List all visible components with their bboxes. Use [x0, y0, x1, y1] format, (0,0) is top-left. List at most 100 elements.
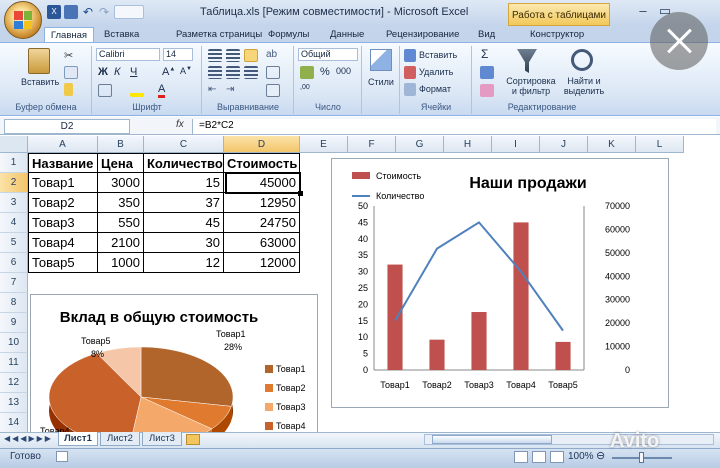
column-header-f[interactable]: F — [348, 136, 396, 153]
column-header-g[interactable]: G — [396, 136, 444, 153]
fill-icon[interactable] — [480, 66, 494, 79]
tab-design[interactable]: Конструктор — [530, 27, 584, 42]
merge-cells-icon[interactable] — [266, 84, 280, 97]
macro-record-icon[interactable] — [56, 451, 68, 462]
row-header-2[interactable]: 2 — [0, 173, 28, 193]
fill-color-icon[interactable] — [130, 84, 144, 97]
column-header-i[interactable]: I — [492, 136, 540, 153]
font-name-select[interactable]: Calibri — [96, 48, 160, 61]
row-header-11[interactable]: 11 — [0, 353, 28, 373]
formula-input[interactable]: =B2*C2 — [192, 119, 716, 134]
sheet-tab-1[interactable]: Лист1 — [58, 432, 98, 446]
italic-button[interactable]: К — [114, 66, 120, 78]
table-cell[interactable]: Товар5 — [28, 253, 98, 273]
row-header-5[interactable]: 5 — [0, 233, 28, 253]
table-cell[interactable]: 2100 — [98, 233, 144, 253]
row-header-13[interactable]: 13 — [0, 393, 28, 413]
row-header-12[interactable]: 12 — [0, 373, 28, 393]
table-cell[interactable]: 37 — [144, 193, 224, 213]
bold-button[interactable]: Ж — [98, 66, 108, 78]
tab-page-layout[interactable]: Разметка страницы — [176, 27, 262, 42]
page-layout-view-icon[interactable] — [532, 451, 546, 463]
table-cell[interactable]: 63000 — [224, 233, 300, 253]
overlay-close-button[interactable] — [650, 12, 708, 70]
table-cell[interactable]: 3000 — [98, 173, 144, 193]
row-header-1[interactable]: 1 — [0, 153, 28, 173]
paste-icon[interactable] — [28, 48, 50, 74]
row-header-9[interactable]: 9 — [0, 313, 28, 333]
find-select-button[interactable]: Найти и выделить — [560, 76, 608, 96]
table-cell[interactable]: 45 — [144, 213, 224, 233]
decrease-indent-icon[interactable]: ⇤ — [208, 84, 222, 97]
table-cell[interactable]: 12000 — [224, 253, 300, 273]
column-header-b[interactable]: B — [98, 136, 144, 153]
minimize-button[interactable]: – — [634, 3, 652, 19]
autosum-icon[interactable]: Σ — [481, 47, 488, 61]
clear-icon[interactable] — [480, 84, 494, 97]
tab-view[interactable]: Вид — [478, 27, 495, 42]
select-all-corner[interactable] — [0, 136, 28, 153]
table-header-cell[interactable]: Цена — [98, 153, 144, 173]
table-header-cell[interactable]: Количество — [144, 153, 224, 173]
table-cell[interactable]: Товар1 — [28, 173, 98, 193]
align-bottom-icon[interactable] — [244, 49, 258, 62]
align-top-icon[interactable] — [208, 49, 222, 62]
column-header-c[interactable]: C — [144, 136, 224, 153]
table-header-cell[interactable]: Название — [28, 153, 98, 173]
undo-icon[interactable]: ↶ — [81, 5, 95, 19]
insert-function-button[interactable]: fx — [176, 119, 184, 130]
sort-filter-button[interactable]: Сортировка и фильтр — [503, 76, 559, 96]
row-header-10[interactable]: 10 — [0, 333, 28, 353]
table-cell[interactable]: Товар4 — [28, 233, 98, 253]
comma-button[interactable]: 000 — [336, 66, 351, 76]
styles-button[interactable]: Стили — [368, 77, 394, 87]
table-cell[interactable]: Товар2 — [28, 193, 98, 213]
delete-cells-button[interactable]: Удалить — [419, 67, 453, 77]
currency-icon[interactable] — [300, 66, 314, 79]
percent-button[interactable]: % — [320, 66, 330, 78]
format-painter-icon[interactable] — [64, 83, 73, 96]
column-header-j[interactable]: J — [540, 136, 588, 153]
styles-icon[interactable] — [370, 49, 392, 71]
column-header-h[interactable]: H — [444, 136, 492, 153]
sales-chart[interactable]: Наши продажи 0 5 10 15 20 25 30 35 40 45 50 0 10000 2… — [331, 158, 669, 408]
increase-decimal-button[interactable]: ,00 — [300, 84, 310, 91]
tab-data[interactable]: Данные — [330, 27, 364, 42]
table-cell[interactable]: 12950 — [224, 193, 300, 213]
column-header-d[interactable]: D — [224, 136, 300, 153]
table-header-cell[interactable]: Стоимость — [224, 153, 300, 173]
tab-home[interactable]: Главная — [44, 27, 94, 42]
pie-chart[interactable]: Вклад в общую стоимость Товар1 28% Товар5 8… — [30, 294, 318, 461]
row-header-14[interactable]: 14 — [0, 413, 28, 433]
grow-font-button[interactable]: A▲ — [162, 66, 175, 78]
table-cell[interactable]: 30 — [144, 233, 224, 253]
column-header-k[interactable]: K — [588, 136, 636, 153]
table-cell[interactable]: 12 — [144, 253, 224, 273]
normal-view-icon[interactable] — [514, 451, 528, 463]
office-button[interactable] — [4, 1, 42, 39]
paste-button[interactable]: Вставить — [21, 77, 59, 87]
font-size-select[interactable]: 14 — [163, 48, 193, 61]
increase-indent-icon[interactable]: ⇥ — [226, 84, 240, 97]
table-cell[interactable]: Товар3 — [28, 213, 98, 233]
name-box[interactable]: D2 — [4, 119, 130, 134]
align-center-icon[interactable] — [226, 66, 240, 79]
format-cells-button[interactable]: Формат — [419, 84, 451, 94]
font-color-icon[interactable]: A — [158, 83, 166, 98]
table-cell[interactable]: 1000 — [98, 253, 144, 273]
zoom-out-icon[interactable]: ⊖ — [596, 449, 605, 462]
sheet-tab-2[interactable]: Лист2 — [100, 432, 140, 446]
table-cell[interactable]: 350 — [98, 193, 144, 213]
save-icon[interactable] — [64, 5, 78, 19]
shrink-font-button[interactable]: A▼ — [180, 66, 192, 76]
table-cell[interactable]: 550 — [98, 213, 144, 233]
row-header-6[interactable]: 6 — [0, 253, 28, 273]
row-header-8[interactable]: 8 — [0, 293, 28, 313]
align-middle-icon[interactable] — [226, 49, 240, 62]
fill-handle[interactable] — [298, 191, 303, 196]
quick-access-dropdown[interactable] — [114, 5, 144, 19]
row-header-3[interactable]: 3 — [0, 193, 28, 213]
align-left-icon[interactable] — [208, 66, 222, 79]
orientation-icon[interactable]: ab — [266, 49, 280, 62]
underline-button[interactable]: Ч — [130, 66, 137, 78]
